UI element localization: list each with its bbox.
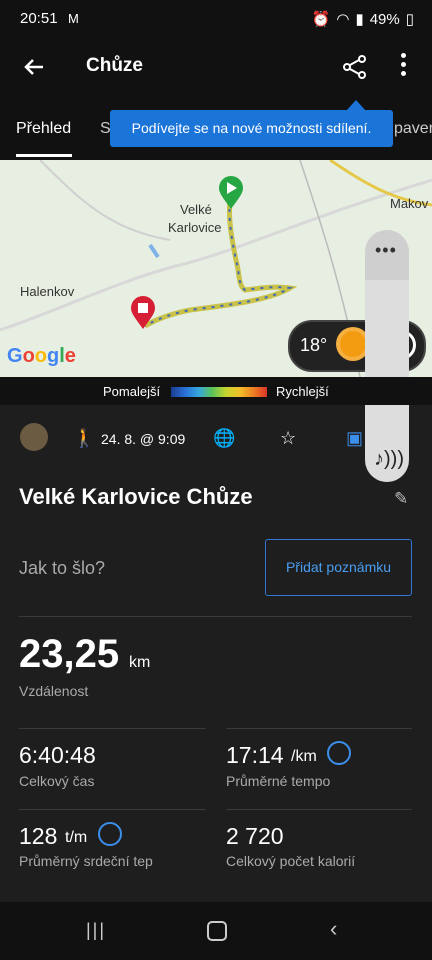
mail-icon: M [68, 11, 79, 26]
map-label-makov: Makov [390, 196, 429, 211]
divider [19, 616, 412, 617]
avg-hr-unit: t/m [65, 829, 88, 846]
legend-faster: Rychlejší [276, 384, 329, 399]
alarm-icon: ⏰ [311, 11, 331, 28]
divider [226, 809, 412, 810]
legend-slower: Pomalejší [103, 384, 161, 399]
distance-value: 23,25 [19, 632, 120, 676]
edit-pencil-icon[interactable]: ✎ [394, 489, 408, 509]
total-time-value: 6:40:48 [19, 742, 96, 768]
google-logo: Google [7, 345, 76, 367]
activity-date: 24. 8. @ 9:09 [101, 431, 186, 447]
avatar[interactable] [20, 423, 48, 451]
total-time-label: Celkový čas [19, 773, 95, 789]
system-nav-bar: ||| ‹ [0, 902, 432, 960]
map-label-halenkov: Halenkov [20, 284, 75, 299]
status-time: 20:51 [20, 10, 58, 27]
status-bar: 20:51 M ⏰ ◠ ▮ 49% ▯ [0, 0, 432, 38]
star-icon[interactable]: ☆ [280, 428, 296, 449]
tab-third[interactable]: paven [394, 120, 432, 138]
tab-underline [16, 154, 72, 157]
start-marker-icon[interactable] [218, 176, 244, 210]
divider [226, 728, 412, 729]
divider [19, 728, 206, 729]
wifi-icon: ◠ [336, 11, 350, 28]
calories-label: Celkový počet kalorií [226, 853, 356, 869]
back-arrow-icon[interactable] [22, 55, 46, 79]
page-title: Chůze [86, 55, 143, 76]
more-options-icon[interactable] [401, 53, 407, 76]
home-icon[interactable] [207, 921, 227, 941]
share-tooltip[interactable]: Podívejte se na nové možnosti sdílení. [110, 110, 393, 147]
map-label-velke: Velké [180, 202, 212, 217]
share-icon[interactable] [342, 54, 368, 80]
battery-icon: ▯ [405, 11, 414, 28]
media-overlay-panel[interactable]: ••• ♪))) [365, 230, 409, 482]
activity-name: Velké Karlovice Chůze [19, 484, 253, 509]
add-photo-icon[interactable]: ▣ [346, 428, 363, 449]
overlay-more-icon[interactable]: ••• [375, 240, 397, 261]
walking-icon: 🚶 [73, 428, 96, 448]
recents-icon[interactable]: ||| [86, 920, 106, 941]
globe-icon[interactable]: 🌐 [213, 428, 235, 449]
pace-graph-icon[interactable] [327, 741, 351, 765]
back-nav-icon[interactable]: ‹ [330, 916, 337, 942]
battery-text: 49% [369, 10, 400, 28]
avg-hr-label: Průměrný srdeční tep [19, 853, 153, 869]
map-label-karlovice: Karlovice [168, 220, 222, 235]
tab-overview[interactable]: Přehled [16, 120, 71, 138]
finish-marker-icon[interactable] [130, 296, 156, 330]
distance-unit: km [129, 654, 151, 671]
status-right: ⏰ ◠ ▮ 49% ▯ [311, 10, 414, 29]
legend-gradient [171, 387, 267, 397]
sun-icon [340, 331, 366, 357]
speed-legend: Pomalejší Rychlejší [0, 377, 432, 405]
heart-rate-graph-icon[interactable] [98, 822, 122, 846]
avg-pace-unit: /km [291, 748, 317, 765]
temperature: 18° [300, 335, 328, 355]
add-note-button[interactable]: Přidat poznámku [265, 539, 412, 596]
app-bar: Chůze [0, 38, 432, 96]
distance-label: Vzdálenost [19, 683, 89, 699]
avg-pace-value: 17:14 [226, 742, 284, 768]
note-prompt: Jak to šlo? [19, 558, 106, 578]
avg-pace-label: Průměrné tempo [226, 773, 331, 789]
avg-hr-value: 128 [19, 823, 58, 849]
calories-value: 2 720 [226, 823, 284, 849]
music-icon[interactable]: ♪))) [374, 448, 404, 471]
signal-icon: ▮ [355, 11, 364, 28]
divider [19, 809, 206, 810]
